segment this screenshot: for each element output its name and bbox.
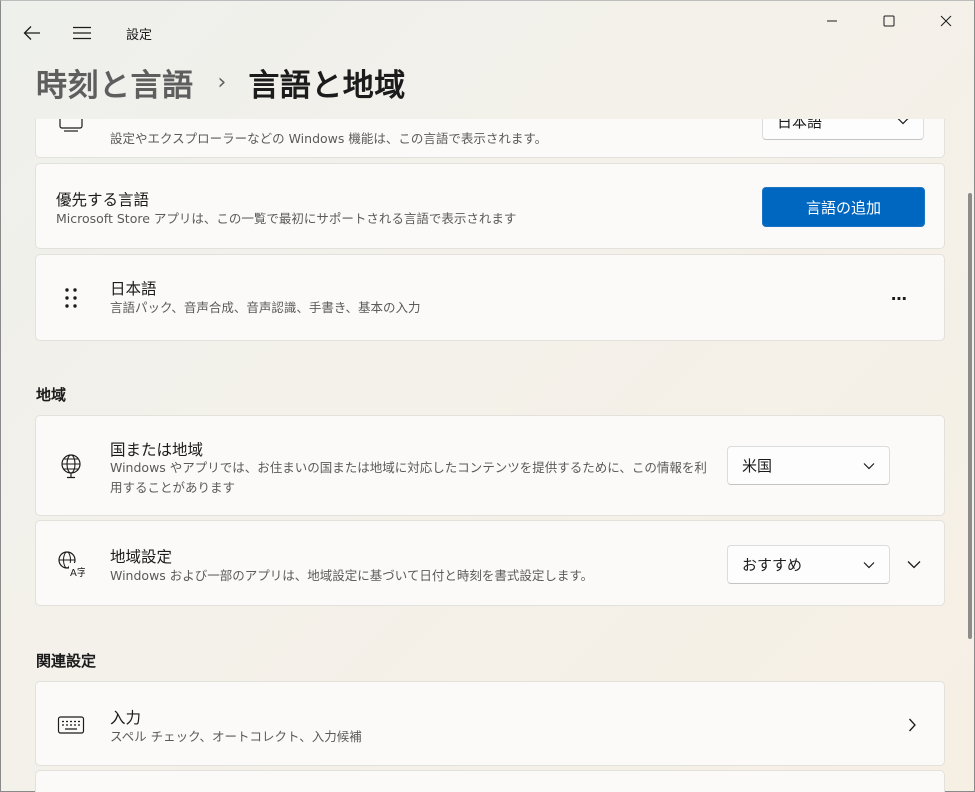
globe-icon — [56, 451, 86, 481]
chevron-down-icon — [897, 119, 909, 125]
preferred-languages-card: 優先する言語 Microsoft Store アプリは、この一覧で最初にサポート… — [35, 163, 945, 249]
language-item-japanese[interactable]: 日本語 言語パック、音声合成、音声認識、手書き、基本の入力 ⋯ — [35, 254, 945, 341]
navigation-menu-button[interactable] — [65, 19, 99, 47]
display-language-description: 設定やエクスプローラーなどの Windows 機能は、この言語で表示されます。 — [110, 131, 548, 146]
language-item-name: 日本語 — [110, 280, 157, 298]
region-section-heading: 地域 — [36, 386, 67, 404]
typing-title: 入力 — [110, 709, 142, 727]
drag-handle-icon[interactable] — [56, 283, 86, 313]
settings-window: 設定 時刻と言語 › 言語と地域 設定やエクスプローラーなどの Windows … — [0, 0, 975, 792]
chevron-down-icon — [863, 561, 875, 569]
display-language-selected: 日本語 — [777, 119, 823, 131]
maximize-icon — [883, 15, 894, 27]
keyboard-icon — [56, 710, 86, 740]
display-language-icon — [56, 119, 86, 137]
hamburger-icon — [73, 26, 91, 40]
close-icon — [940, 15, 951, 27]
expand-button[interactable] — [898, 549, 930, 579]
breadcrumb: 時刻と言語 › 言語と地域 — [36, 59, 406, 105]
regional-format-title: 地域設定 — [110, 548, 173, 566]
back-button[interactable] — [15, 19, 49, 47]
country-region-title: 国または地域 — [110, 441, 204, 459]
more-options-button[interactable]: ⋯ — [882, 283, 916, 313]
regional-format-selected: おすすめ — [742, 556, 803, 574]
svg-text:A字: A字 — [70, 566, 85, 578]
page-title: 言語と地域 — [248, 67, 406, 104]
back-arrow-icon — [23, 26, 40, 40]
breadcrumb-parent-link[interactable]: 時刻と言語 — [36, 60, 194, 105]
title-bar: 設定 — [1, 1, 974, 59]
typing-description: スペル チェック、オートコレクト、入力候補 — [110, 729, 362, 744]
next-related-setting-card[interactable] — [35, 770, 945, 792]
chevron-right-icon — [902, 715, 922, 735]
language-item-features: 言語パック、音声合成、音声認識、手書き、基本の入力 — [110, 300, 421, 315]
display-language-dropdown[interactable]: 日本語 — [762, 119, 924, 140]
country-region-card: 国または地域 Windows やアプリでは、お住まいの国または地域に対応したコン… — [35, 415, 945, 516]
breadcrumb-separator: › — [217, 69, 227, 95]
regional-format-icon: A字 — [56, 549, 86, 579]
country-region-dropdown[interactable]: 米国 — [727, 446, 890, 485]
maximize-button[interactable] — [860, 1, 917, 41]
country-region-selected: 米国 — [742, 457, 773, 475]
windows-display-language-card: 設定やエクスプローラーなどの Windows 機能は、この言語で表示されます。 … — [35, 119, 945, 158]
minimize-button[interactable] — [803, 1, 860, 41]
regional-format-dropdown[interactable]: おすすめ — [727, 545, 890, 584]
related-settings-heading: 関連設定 — [36, 652, 97, 670]
settings-content: 設定やエクスプローラーなどの Windows 機能は、この言語で表示されます。 … — [1, 119, 966, 792]
chevron-down-icon — [863, 462, 875, 470]
preferred-languages-description: Microsoft Store アプリは、この一覧で最初にサポートされる言語で表… — [56, 211, 517, 226]
regional-format-card[interactable]: A字 地域設定 Windows および一部のアプリは、地域設定に基づいて日付と時… — [35, 520, 945, 606]
close-button[interactable] — [917, 1, 974, 41]
regional-format-description: Windows および一部のアプリは、地域設定に基づいて日付と時刻を書式設定しま… — [110, 568, 594, 583]
add-language-button[interactable]: 言語の追加 — [762, 187, 925, 227]
typing-settings-card[interactable]: 入力 スペル チェック、オートコレクト、入力候補 — [35, 681, 945, 766]
minimize-icon — [826, 20, 837, 22]
app-title: 設定 — [126, 28, 153, 43]
chevron-down-icon — [907, 560, 921, 568]
preferred-languages-title: 優先する言語 — [56, 191, 150, 209]
country-region-description: Windows やアプリでは、お住まいの国または地域に対応したコンテンツを提供す… — [110, 460, 707, 495]
vertical-scrollbar[interactable] — [968, 193, 972, 639]
